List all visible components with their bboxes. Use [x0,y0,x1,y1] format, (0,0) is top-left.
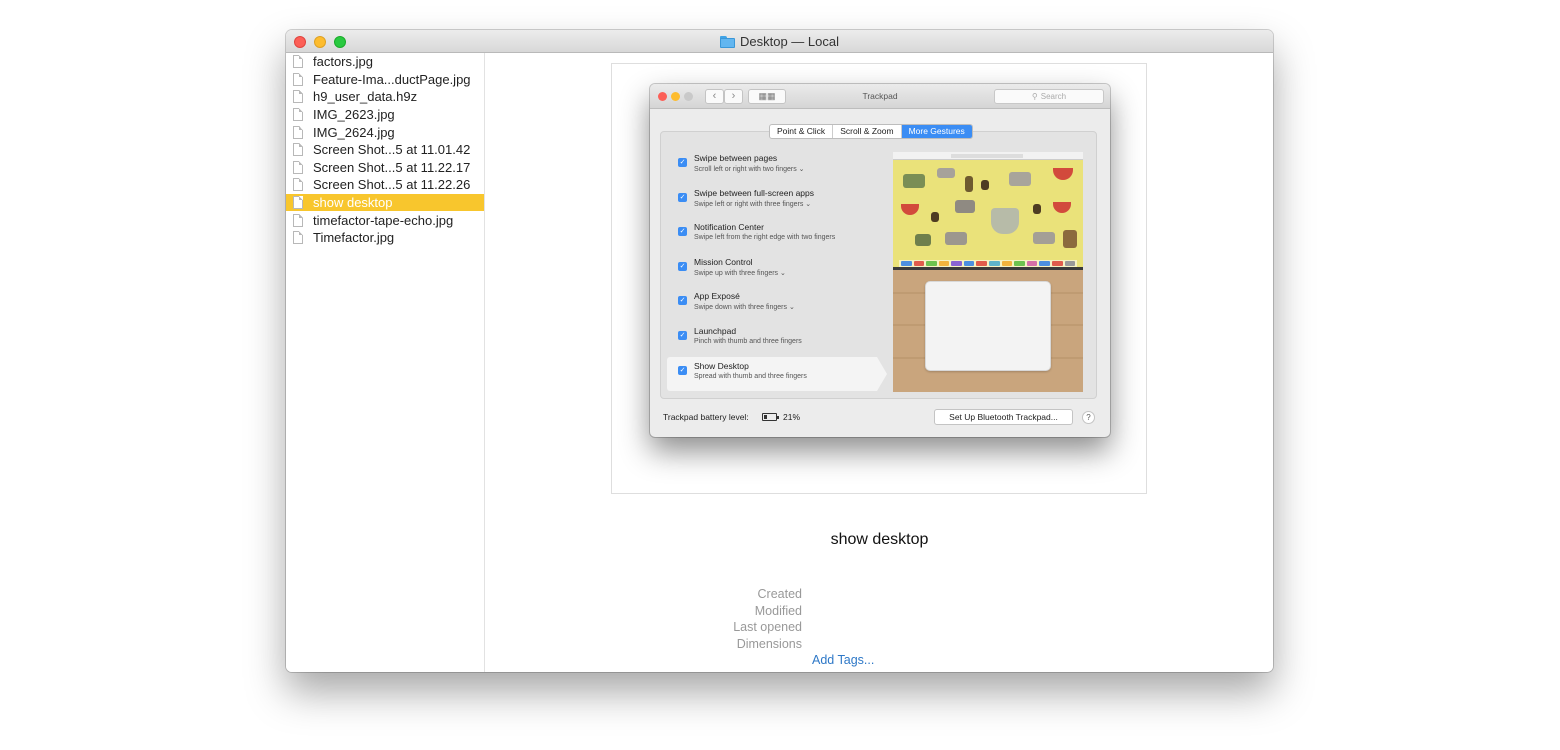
gesture-description: Swipe left from the right edge with two … [694,234,836,242]
checkbox-checked-icon: ✓ [678,192,687,202]
gesture-title: Launchpad [694,326,737,336]
search-placeholder: Search [1040,92,1067,101]
prefs-search-field: ⚲ Search [994,89,1104,104]
file-list: factors.jpg Feature-Ima...ductPage.jpg h9_… [286,53,485,672]
battery-level: 21% [783,412,801,422]
document-icon [293,125,303,139]
gesture-row: ✓ Show Desktop Spread with thumb and three… [667,356,887,391]
document-icon [293,55,303,69]
file-list-item[interactable]: show desktop [286,193,484,212]
file-name: IMG_2623.jpg [313,107,395,123]
file-name: Screen Shot...5 at 11.22.17 [313,159,471,175]
help-icon: ? [1082,411,1095,424]
gesture-title: App Exposé [694,291,740,302]
file-name: h9_user_data.h9z [313,89,418,105]
file-name: Timefactor.jpg [313,230,395,246]
meta-dimensions-label: Dimensions [736,637,802,651]
gesture-title: Notification Center [694,222,764,233]
checkbox-checked-icon: ✓ [678,158,687,167]
gesture-title: Swipe between full-screen apps [694,187,815,198]
file-name: Screen Shot...5 at 11.22.26 [313,177,471,193]
preview-thumbnail: Trackpad ‹ › ▦▦ ⚲ Search Point & Click Sc… [611,63,1147,494]
file-list-item[interactable]: factors.jpg [286,53,484,71]
grid-icon: ▦▦ [748,89,786,104]
gesture-description: Swipe left or right with three fingers ⌄ [694,200,812,208]
prefs-tab: Scroll & Zoom [833,125,902,138]
title-bar: Desktop — Local [286,30,1273,53]
gesture-title: Mission Control [694,256,753,267]
document-icon [293,196,303,210]
prefs-tab: More Gestures [901,125,972,138]
file-list-item[interactable]: Screen Shot...5 at 11.22.17 [286,159,484,177]
back-arrow-icon: ‹ [705,89,724,104]
gesture-title: Swipe between pages [694,153,778,163]
file-list-item[interactable]: IMG_2623.jpg [286,106,484,124]
checkbox-checked-icon: ✓ [678,331,687,340]
trackpad-illustration [925,281,1051,371]
meta-modified-label: Modified [754,604,802,618]
battery-label: Trackpad battery level: [663,412,749,422]
checkbox-checked-icon: ✓ [678,227,687,237]
gesture-illustration [893,152,1083,392]
checkbox-checked-icon: ✓ [678,365,687,375]
window-title-group: Desktop — Local [286,30,1273,53]
document-icon [293,160,303,174]
gesture-title: Show Desktop [694,360,749,371]
gesture-row: ✓ Notification Center Swipe left from the … [667,218,877,252]
checkbox-checked-icon: ✓ [678,261,687,271]
file-name: show desktop [313,195,393,211]
prefs-tab: Point & Click [770,125,834,138]
gesture-description: Spread with thumb and three fingers [694,372,807,380]
illustration-dock [899,260,1077,267]
gesture-row: ✓ Swipe between pages Scroll left or right… [667,149,877,183]
gesture-row: ✓ Mission Control Swipe up with three fing… [667,253,877,287]
checkbox-checked-icon: ✓ [678,296,687,306]
document-icon [293,178,303,192]
file-list-item[interactable]: h9_user_data.h9z [286,88,484,106]
document-icon [293,72,303,86]
file-list-item[interactable]: Screen Shot...5 at 11.01.42 [286,141,484,159]
gesture-description: Scroll left or right with two fingers ⌄ [694,166,805,173]
gesture-description: Swipe up with three fingers ⌄ [694,269,786,277]
gesture-row: ✓ Launchpad Pinch with thumb and three fin… [667,322,877,356]
file-name: timefactor-tape-echo.jpg [313,212,454,228]
folder-icon [720,35,735,48]
file-list-item[interactable]: Screen Shot...5 at 11.22.26 [286,176,484,194]
document-icon [293,108,303,122]
forward-arrow-icon: › [724,89,743,104]
document-icon [293,213,303,227]
prefs-title-bar: Trackpad ‹ › ▦▦ ⚲ Search [650,84,1110,109]
trackpad-prefs-screenshot: Trackpad ‹ › ▦▦ ⚲ Search Point & Click Sc… [650,84,1110,437]
preview-pane: Trackpad ‹ › ▦▦ ⚲ Search Point & Click Sc… [486,53,1273,672]
gesture-row: ✓ Swipe between full-screen apps Swipe lef… [667,184,877,218]
document-icon [293,231,303,245]
file-name: Screen Shot...5 at 11.01.42 [313,142,471,158]
illustration-screen [893,152,1083,270]
gesture-description: Swipe down with three fingers ⌄ [694,304,795,312]
file-name: factors.jpg [313,54,373,70]
finder-window: Desktop — Local factors.jpg Feature-Ima..… [286,30,1273,672]
file-list-item[interactable]: IMG_2624.jpg [286,123,484,141]
meta-last-opened-label: Last opened [733,620,802,634]
gesture-row: ✓ App Exposé Swipe down with three fingers… [667,287,877,321]
battery-icon [762,413,779,421]
search-icon: ⚲ [1031,92,1038,101]
document-icon [293,90,303,104]
file-name: Feature-Ima...ductPage.jpg [313,71,471,87]
meta-created-label: Created [757,587,802,601]
file-name: IMG_2624.jpg [313,124,395,140]
file-list-item[interactable]: Timefactor.jpg [286,229,484,247]
preview-file-title: show desktop [830,531,929,548]
file-list-item[interactable]: Feature-Ima...ductPage.jpg [286,71,484,89]
document-icon [293,143,303,157]
gesture-description: Pinch with thumb and three fingers [694,338,802,345]
setup-bluetooth-trackpad-button: Set Up Bluetooth Trackpad... [934,409,1073,425]
window-title: Desktop — Local [740,34,839,49]
file-list-item[interactable]: timefactor-tape-echo.jpg [286,211,484,229]
add-tags-link[interactable]: Add Tags... [812,653,874,667]
prefs-tab-bar: Point & Click Scroll & Zoom More Gestures [769,124,973,139]
